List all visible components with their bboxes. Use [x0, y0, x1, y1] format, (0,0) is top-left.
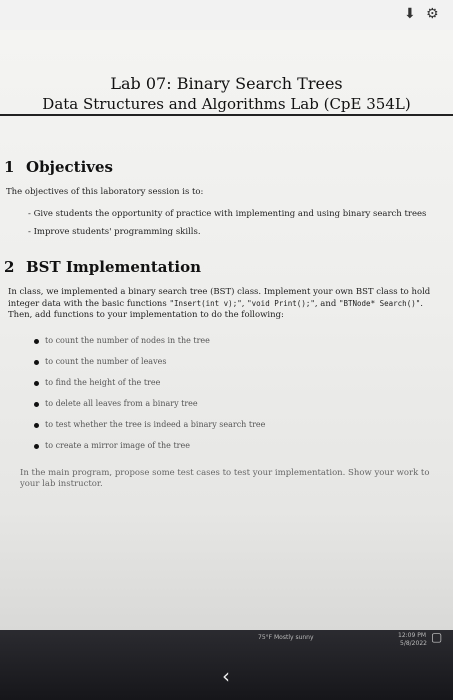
top-bar: ⬇ ⚙ [0, 0, 453, 30]
clock-date[interactable]: 5/8/2022 [400, 640, 427, 647]
bullet-dot [34, 359, 39, 365]
objectives-intro: The objectives of this laboratory sessio… [6, 187, 204, 197]
chat-icon[interactable]: ▢ [431, 630, 442, 644]
objective-item: Give students the opportunity of practic… [28, 209, 427, 219]
back-chevron-icon[interactable]: ‹ [222, 664, 230, 688]
bullet-dot [34, 443, 39, 449]
page-title: Lab 07: Binary Search Trees [110, 74, 343, 93]
gear-icon[interactable]: ⚙ [426, 6, 439, 22]
bullet-dot [34, 401, 39, 407]
bullet-dot [34, 422, 39, 428]
course-title: Data Structures and Algorithms Lab (CpE … [42, 95, 411, 113]
weather-label[interactable]: 75°F Mostly sunny [258, 634, 314, 641]
task-bullet: to create a mirror image of the tree [34, 441, 190, 450]
taskbar: 75°F Mostly sunny 12:09 PM 5/8/2022 ▢ ‹ [0, 630, 453, 700]
bullet-dot [34, 338, 39, 344]
task-bullet: to count the number of leaves [34, 357, 166, 366]
task-bullet: to delete all leaves from a binary tree [34, 399, 198, 408]
clock-time[interactable]: 12:09 PM [398, 632, 426, 639]
document-page: Lab 07: Binary Search Trees Data Structu… [0, 30, 453, 630]
task-bullet: to test whether the tree is indeed a bin… [34, 420, 265, 429]
closing-paragraph: In the main program, propose some test c… [20, 468, 430, 489]
task-bullet: to count the number of nodes in the tree [34, 336, 210, 345]
title-block: Lab 07: Binary Search Trees Data Structu… [0, 74, 453, 113]
section-heading-objectives: 1 Objectives [4, 158, 113, 176]
section-heading-bst: 2 BST Implementation [4, 258, 202, 276]
bst-paragraph: In class, we implemented a binary search… [8, 287, 431, 320]
download-icon[interactable]: ⬇ [404, 6, 416, 22]
objective-item: Improve students' programming skills. [28, 227, 201, 237]
task-bullet: to find the height of the tree [34, 378, 160, 387]
bullet-dot [34, 380, 39, 386]
title-rule [0, 114, 453, 116]
